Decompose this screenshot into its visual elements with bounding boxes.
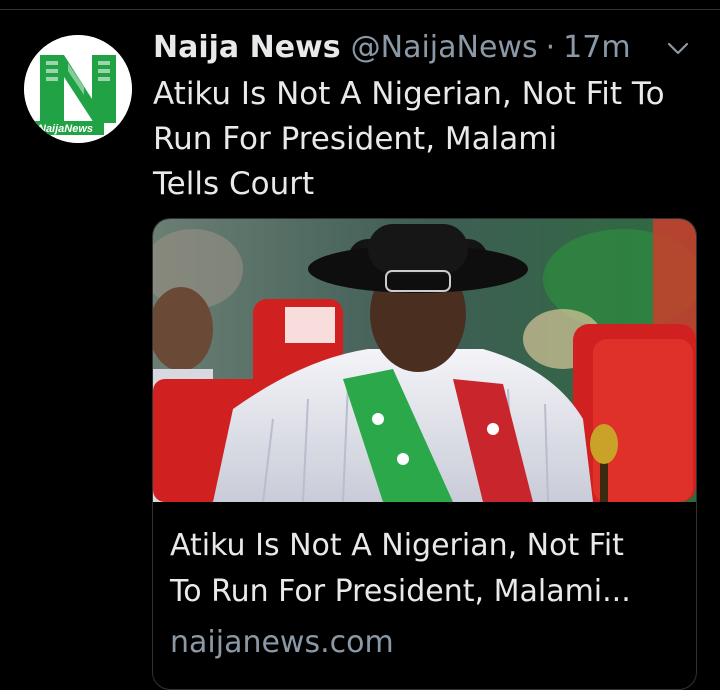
chevron-down-icon[interactable] bbox=[666, 36, 690, 60]
timestamp[interactable]: 17m bbox=[563, 26, 630, 70]
svg-text:NaijaNews: NaijaNews bbox=[38, 123, 93, 135]
tweet-header: Naija News @NaijaNews · 17m bbox=[153, 26, 700, 70]
display-name[interactable]: Naija News bbox=[153, 26, 341, 70]
card-title[interactable]: Atiku Is Not A Nigerian, Not Fit To Run … bbox=[170, 523, 685, 615]
news-photo bbox=[153, 219, 696, 502]
link-card[interactable]: Atiku Is Not A Nigerian, Not Fit To Run … bbox=[152, 218, 697, 690]
card-image[interactable] bbox=[153, 219, 696, 502]
user-handle[interactable]: @NaijaNews bbox=[351, 26, 538, 70]
tweet-text: Atiku Is Not A Nigerian, Not Fit To Run … bbox=[153, 76, 665, 202]
card-title-line-1: Atiku Is Not A Nigerian, Not Fit bbox=[170, 528, 624, 563]
profile-avatar[interactable]: NaijaNews bbox=[24, 35, 132, 143]
separator-dot: · bbox=[545, 30, 556, 65]
naija-news-logo-icon: NaijaNews bbox=[24, 35, 132, 143]
card-title-line-2: To Run For President, Malami... bbox=[170, 574, 631, 609]
timeline-divider bbox=[0, 9, 720, 10]
card-domain[interactable]: naijanews.com bbox=[170, 621, 394, 665]
